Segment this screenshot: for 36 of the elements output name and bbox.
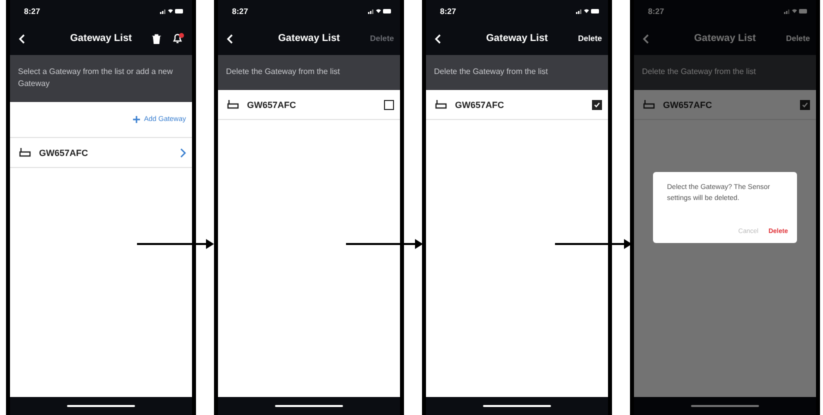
screen-title: Gateway List <box>694 33 756 44</box>
back-button[interactable] <box>432 32 443 46</box>
gateway-name: GW657AFC <box>39 148 88 158</box>
screen-title: Gateway List <box>278 33 340 44</box>
status-time: 8:27 <box>440 6 456 16</box>
status-icons <box>368 8 392 14</box>
delete-button[interactable]: Delete <box>578 34 602 43</box>
trash-icon[interactable] <box>150 32 163 46</box>
status-time: 8:27 <box>648 6 664 16</box>
router-icon <box>435 100 447 109</box>
screen-title: Gateway List <box>70 33 132 44</box>
checkbox[interactable] <box>592 100 602 110</box>
back-button[interactable] <box>224 32 235 46</box>
instruction-banner: Delete the Gateway from the list <box>426 55 608 90</box>
gateway-name: GW657AFC <box>455 100 504 110</box>
status-icons <box>160 8 184 14</box>
instruction-banner: Delete the Gateway from the list <box>634 55 816 90</box>
instruction-banner: Select a Gateway from the list or add a new Gateway <box>10 55 192 102</box>
chevron-icon <box>180 148 186 158</box>
checkbox[interactable] <box>384 100 394 110</box>
router-icon <box>19 148 31 157</box>
back-button[interactable] <box>16 32 27 46</box>
router-icon <box>227 100 239 109</box>
gateway-name: GW657AFC <box>247 100 296 110</box>
status-icons <box>784 8 808 14</box>
checkbox[interactable] <box>800 100 810 110</box>
status-time: 8:27 <box>232 6 248 16</box>
bell-icon[interactable] <box>171 31 186 46</box>
plus-icon <box>132 116 140 123</box>
screen-title: Gateway List <box>486 33 548 44</box>
delete-button[interactable]: Delete <box>786 34 810 43</box>
router-icon <box>643 100 655 109</box>
instruction-banner: Delete the Gateway from the list <box>218 55 400 90</box>
status-time: 8:27 <box>24 6 40 16</box>
gateway-name: GW657AFC <box>663 100 712 110</box>
status-icons <box>576 8 600 14</box>
